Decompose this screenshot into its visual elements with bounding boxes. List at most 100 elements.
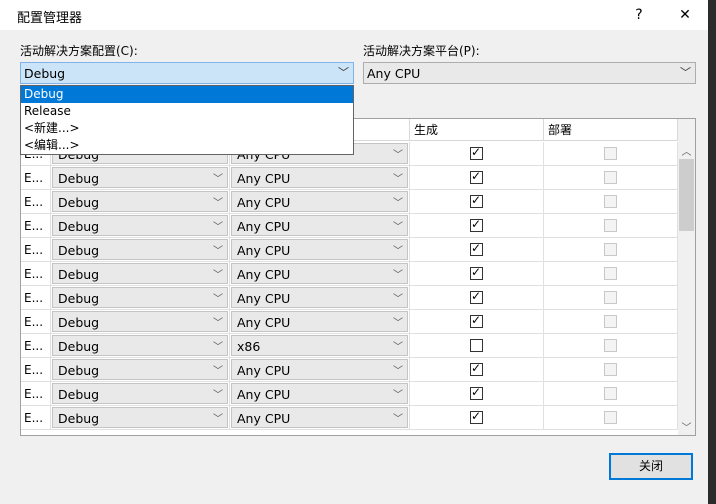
project-platform-dropdown[interactable]: Any CPU ﹀	[231, 167, 408, 188]
option-edit[interactable]: <编辑...>	[21, 137, 353, 154]
deploy-checkbox	[604, 243, 617, 256]
platform-cell: x86 ﹀	[230, 334, 410, 358]
table-row: E... Debug ﹀ Any CPU ﹀	[21, 238, 678, 262]
header-deploy: 部署	[544, 119, 678, 141]
close-button[interactable]: 关闭	[609, 453, 693, 480]
build-checkbox[interactable]	[470, 339, 483, 352]
config-cell: Debug ﹀	[51, 190, 230, 214]
solution-config-label: 活动解决方案配置(C):	[20, 44, 138, 58]
project-platform-dropdown[interactable]: Any CPU ﹀	[231, 287, 408, 308]
build-cell	[410, 262, 544, 286]
project-config-dropdown[interactable]: Debug ﹀	[52, 335, 228, 356]
scroll-up-icon[interactable]: ︿	[678, 143, 695, 158]
project-platform-dropdown[interactable]: Any CPU ﹀	[231, 191, 408, 212]
build-checkbox[interactable]	[470, 217, 483, 232]
project-config-dropdown[interactable]: Debug ﹀	[52, 359, 228, 380]
config-cell: Debug ﹀	[51, 262, 230, 286]
build-checkbox[interactable]	[470, 265, 483, 280]
deploy-cell	[544, 406, 678, 430]
scroll-down-icon[interactable]: ﹀	[678, 419, 695, 434]
build-checkbox[interactable]	[470, 385, 483, 400]
project-platform-dropdown[interactable]: Any CPU ﹀	[231, 407, 408, 428]
build-checkbox[interactable]	[470, 409, 483, 424]
platform-cell: Any CPU ﹀	[230, 406, 410, 430]
build-checkbox[interactable]	[470, 361, 483, 376]
deploy-cell	[544, 262, 678, 286]
build-checkbox[interactable]	[470, 193, 483, 208]
solution-config-dropdown[interactable]: Debug ﹀	[20, 62, 354, 84]
scrollbar-thumb[interactable]	[679, 159, 694, 231]
project-config-dropdown[interactable]: Debug ﹀	[52, 167, 228, 188]
chevron-down-icon: ﹀	[213, 294, 223, 305]
project-name: E...	[21, 310, 51, 334]
project-platform-value: Any CPU	[237, 267, 291, 282]
platform-cell: Any CPU ﹀	[230, 286, 410, 310]
table-row: E... Debug ﹀ Any CPU ﹀	[21, 286, 678, 310]
chevron-down-icon: ﹀	[213, 198, 223, 209]
project-platform-value: Any CPU	[237, 219, 291, 234]
project-name: E...	[21, 382, 51, 406]
platform-cell: Any CPU ﹀	[230, 238, 410, 262]
project-platform-value: Any CPU	[237, 363, 291, 378]
project-config-dropdown[interactable]: Debug ﹀	[52, 239, 228, 260]
project-config-value: Debug	[58, 219, 100, 234]
deploy-cell	[544, 286, 678, 310]
project-config-value: Debug	[58, 411, 100, 426]
table-row: E... Debug ﹀ Any CPU ﹀	[21, 382, 678, 406]
chevron-down-icon: ﹀	[393, 342, 403, 353]
config-cell: Debug ﹀	[51, 334, 230, 358]
chevron-down-icon: ﹀	[213, 366, 223, 377]
project-config-value: Debug	[58, 339, 100, 354]
build-cell	[410, 286, 544, 310]
project-config-dropdown[interactable]: Debug ﹀	[52, 383, 228, 404]
deploy-checkbox	[604, 147, 617, 160]
project-config-value: Debug	[58, 291, 100, 306]
project-contexts-grid: 生成 部署 E...Debug﹀Any CPU﹀E...Debug﹀Any CP…	[20, 118, 696, 436]
vertical-scrollbar[interactable]: ︿ ﹀	[678, 119, 695, 435]
chevron-down-icon: ﹀	[393, 318, 403, 329]
help-button[interactable]: ?	[628, 4, 650, 26]
table-row: E... Debug ﹀ Any CPU ﹀	[21, 358, 678, 382]
option-release[interactable]: Release	[21, 103, 353, 120]
config-cell: Debug ﹀	[51, 382, 230, 406]
project-platform-dropdown[interactable]: Any CPU ﹀	[231, 263, 408, 284]
build-checkbox[interactable]	[470, 289, 483, 304]
build-checkbox[interactable]	[470, 241, 483, 256]
option-debug[interactable]: Debug	[21, 86, 353, 103]
deploy-checkbox	[604, 195, 617, 208]
build-cell	[410, 310, 544, 334]
solution-config-value: Debug	[24, 66, 66, 81]
platform-cell: Any CPU ﹀	[230, 310, 410, 334]
deploy-checkbox	[604, 387, 617, 400]
project-config-dropdown[interactable]: Debug ﹀	[52, 215, 228, 236]
option-new[interactable]: <新建...>	[21, 120, 353, 137]
project-config-value: Debug	[58, 387, 100, 402]
project-platform-dropdown[interactable]: Any CPU ﹀	[231, 311, 408, 332]
chevron-down-icon: ﹀	[213, 270, 223, 281]
chevron-down-icon: ﹀	[393, 198, 403, 209]
build-checkbox[interactable]	[470, 145, 483, 160]
platform-cell: Any CPU ﹀	[230, 262, 410, 286]
project-config-dropdown[interactable]: Debug ﹀	[52, 311, 228, 332]
build-checkbox[interactable]	[470, 313, 483, 328]
project-name: E...	[21, 286, 51, 310]
project-config-dropdown[interactable]: Debug ﹀	[52, 407, 228, 428]
project-config-dropdown[interactable]: Debug ﹀	[52, 287, 228, 308]
chevron-down-icon: ﹀	[393, 414, 403, 425]
project-config-dropdown[interactable]: Debug ﹀	[52, 263, 228, 284]
window-title: 配置管理器	[17, 11, 83, 26]
config-cell: Debug ﹀	[51, 286, 230, 310]
build-cell	[410, 190, 544, 214]
project-config-value: Debug	[58, 267, 100, 282]
solution-platform-dropdown[interactable]: Any CPU ﹀	[363, 62, 696, 84]
project-platform-dropdown[interactable]: Any CPU ﹀	[231, 383, 408, 404]
build-checkbox[interactable]	[470, 169, 483, 184]
project-platform-dropdown[interactable]: Any CPU ﹀	[231, 359, 408, 380]
close-window-button[interactable]: ✕	[674, 4, 696, 26]
project-platform-dropdown[interactable]: x86 ﹀	[231, 335, 408, 356]
chevron-down-icon: ﹀	[213, 222, 223, 233]
project-config-dropdown[interactable]: Debug ﹀	[52, 191, 228, 212]
project-platform-dropdown[interactable]: Any CPU ﹀	[231, 239, 408, 260]
project-platform-dropdown[interactable]: Any CPU ﹀	[231, 215, 408, 236]
build-cell	[410, 334, 544, 358]
